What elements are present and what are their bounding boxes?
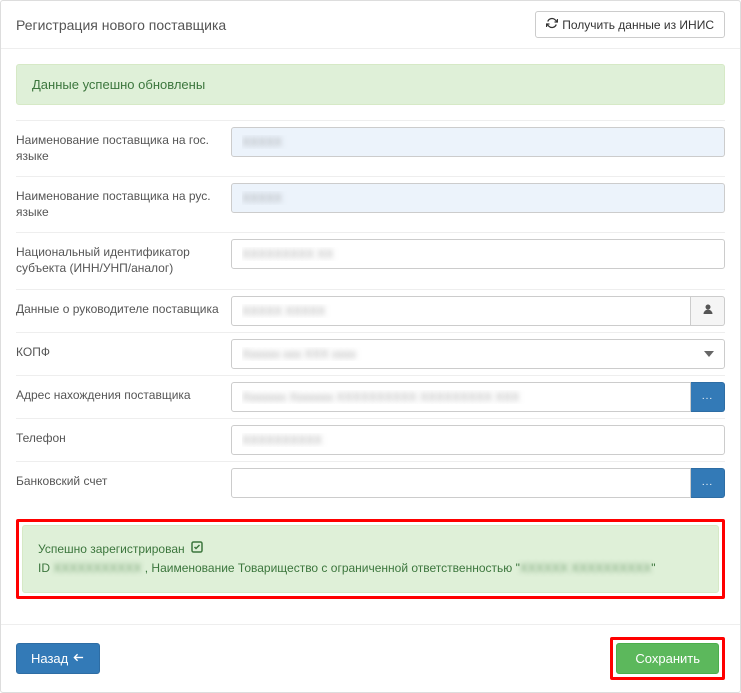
label-kopf: КОПФ [16, 339, 231, 369]
refresh-inis-button[interactable]: Получить данные из ИНИС [535, 11, 725, 38]
refresh-icon [546, 17, 558, 32]
registered-name-prefix: , Наименование Товарищество с ограниченн… [145, 561, 520, 575]
panel-body: Данные успешно обновлены Наименование по… [1, 49, 740, 614]
registered-prefix: Успешно зарегистрирован [38, 542, 185, 556]
input-name-gov[interactable] [231, 127, 725, 157]
label-bank: Банковский счет [16, 468, 231, 498]
row-kopf: КОПФ Xxxxxx xxx XXX xxxx [16, 332, 725, 375]
registered-id-label: ID [38, 561, 50, 575]
label-name-rus: Наименование поставщика на рус. языке [16, 183, 231, 226]
highlight-registration-success: Успешно зарегистрирован ID XXXXXXXXXXX ,… [16, 519, 725, 599]
panel-header: Регистрация нового поставщика Получить д… [1, 1, 740, 49]
footer-bar: Назад Сохранить [1, 624, 740, 692]
input-name-rus[interactable] [231, 183, 725, 213]
row-bank: Банковский счет ... [16, 461, 725, 504]
input-phone[interactable] [231, 425, 725, 455]
back-button[interactable]: Назад [16, 643, 100, 674]
save-button[interactable]: Сохранить [616, 643, 719, 674]
row-name-rus: Наименование поставщика на рус. языке [16, 176, 725, 232]
alert-registered: Успешно зарегистрирован ID XXXXXXXXXXX ,… [22, 525, 719, 593]
label-manager: Данные о руководителе поставщика [16, 296, 231, 326]
registered-id-value: XXXXXXXXXXX [53, 561, 141, 575]
label-national-id: Национальный идентификатор субъекта (ИНН… [16, 239, 231, 282]
refresh-inis-label: Получить данные из ИНИС [562, 18, 714, 32]
row-national-id: Национальный идентификатор субъекта (ИНН… [16, 232, 725, 288]
input-manager[interactable] [231, 296, 691, 326]
registered-name-suffix: " [651, 561, 655, 575]
manager-lookup-button[interactable] [691, 296, 725, 326]
highlight-save-button: Сохранить [610, 637, 725, 680]
select-kopf[interactable]: Xxxxxx xxx XXX xxxx [231, 339, 725, 369]
row-address: Адрес нахождения поставщика ... [16, 375, 725, 418]
input-bank[interactable] [231, 468, 691, 498]
label-phone: Телефон [16, 425, 231, 455]
person-icon [702, 303, 714, 318]
supplier-registration-panel: Регистрация нового поставщика Получить д… [0, 0, 741, 693]
input-national-id[interactable] [231, 239, 725, 269]
registered-name-value: XXXXXX XXXXXXXXXX [520, 561, 651, 575]
ellipsis-icon: ... [702, 391, 713, 402]
label-address: Адрес нахождения поставщика [16, 382, 231, 412]
check-icon [191, 542, 203, 556]
row-name-gov: Наименование поставщика на гос. языке [16, 120, 725, 176]
bank-action-button[interactable]: ... [691, 468, 725, 498]
page-title: Регистрация нового поставщика [16, 17, 226, 33]
address-action-button[interactable]: ... [691, 382, 725, 412]
row-phone: Телефон [16, 418, 725, 461]
row-manager: Данные о руководителе поставщика [16, 289, 725, 332]
label-name-gov: Наименование поставщика на гос. языке [16, 127, 231, 170]
ellipsis-icon: ... [702, 477, 713, 488]
back-button-label: Назад [31, 651, 68, 666]
input-address[interactable] [231, 382, 691, 412]
alert-updated: Данные успешно обновлены [16, 64, 725, 105]
arrow-left-icon [72, 651, 85, 666]
